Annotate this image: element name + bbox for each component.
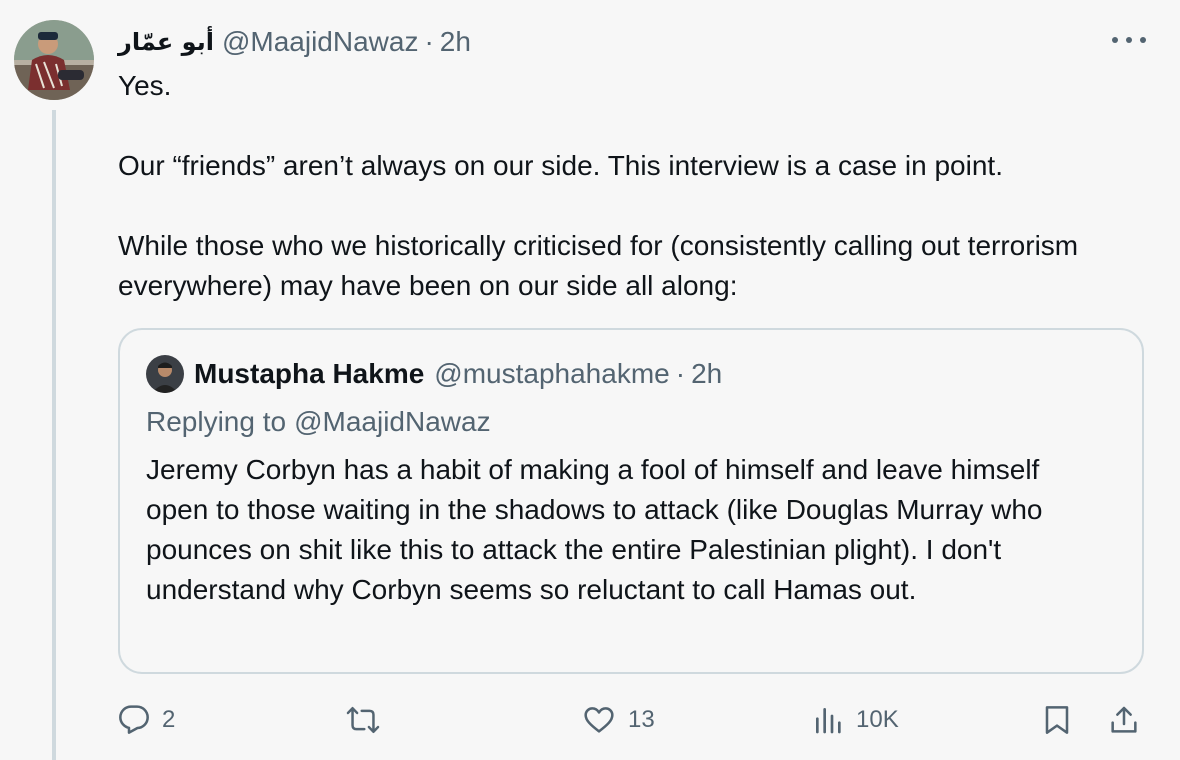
tweet-paragraph: Yes. — [118, 70, 172, 101]
tweet-text: Yes. Our “friends” aren’t always on our … — [118, 66, 1138, 306]
quoted-tweet-text: Jeremy Corbyn has a habit of making a fo… — [146, 454, 1043, 605]
action-bar: 2 13 10K — [118, 700, 1148, 740]
bookmark-button[interactable] — [1042, 700, 1072, 740]
views-button[interactable]: 10K — [812, 700, 899, 740]
author-avatar[interactable] — [14, 20, 94, 100]
replying-to-label: Replying to — [146, 406, 287, 437]
tweet-timestamp[interactable]: 2h — [440, 26, 471, 58]
reply-count: 2 — [162, 706, 176, 733]
views-count: 10K — [856, 706, 899, 733]
author-avatar-image — [14, 20, 94, 100]
quoted-author-avatar-image — [146, 355, 184, 393]
tweet-paragraph: Our “friends” aren’t always on our side.… — [118, 150, 1003, 181]
separator-dot: · — [424, 26, 434, 57]
quoted-tweet[interactable]: Mustapha Hakme @mustaphahakme · 2h Reply… — [118, 328, 1144, 674]
separator-dot: · — [675, 358, 686, 389]
retweet-button[interactable] — [346, 700, 392, 740]
tweet-paragraph: While those who we historically criticis… — [118, 230, 1079, 301]
quoted-author-avatar[interactable] — [146, 355, 184, 393]
like-button[interactable]: 13 — [582, 700, 655, 740]
retweet-icon — [346, 706, 380, 734]
tweet-header: أبو عمّار @MaajidNawaz · 2h — [118, 22, 471, 62]
share-icon — [1111, 706, 1137, 733]
bookmark-icon — [1045, 706, 1069, 734]
quoted-tweet-timestamp[interactable]: 2h — [691, 358, 722, 390]
author-display-name[interactable]: أبو عمّار — [118, 28, 214, 56]
like-count: 13 — [628, 706, 655, 733]
heart-icon — [584, 707, 614, 733]
quoted-author-handle[interactable]: @mustaphahakme — [434, 358, 669, 390]
more-icon-dot — [1126, 37, 1132, 43]
replying-to-handle[interactable]: @MaajidNawaz — [294, 406, 491, 437]
views-icon — [816, 708, 841, 734]
more-options-button[interactable] — [1112, 28, 1146, 52]
more-icon-dot — [1112, 37, 1118, 43]
quoted-author-display-name[interactable]: Mustapha Hakme — [194, 358, 424, 390]
author-handle[interactable]: @MaajidNawaz — [222, 26, 419, 58]
share-button[interactable] — [1108, 700, 1140, 740]
more-icon-dot — [1140, 37, 1146, 43]
thread-line — [52, 110, 56, 760]
replying-to-line: Replying to @MaajidNawaz — [146, 402, 491, 442]
quoted-tweet-header: Mustapha Hakme @mustaphahakme · 2h — [146, 354, 722, 394]
reply-button[interactable]: 2 — [118, 700, 175, 740]
reply-icon — [119, 705, 149, 734]
